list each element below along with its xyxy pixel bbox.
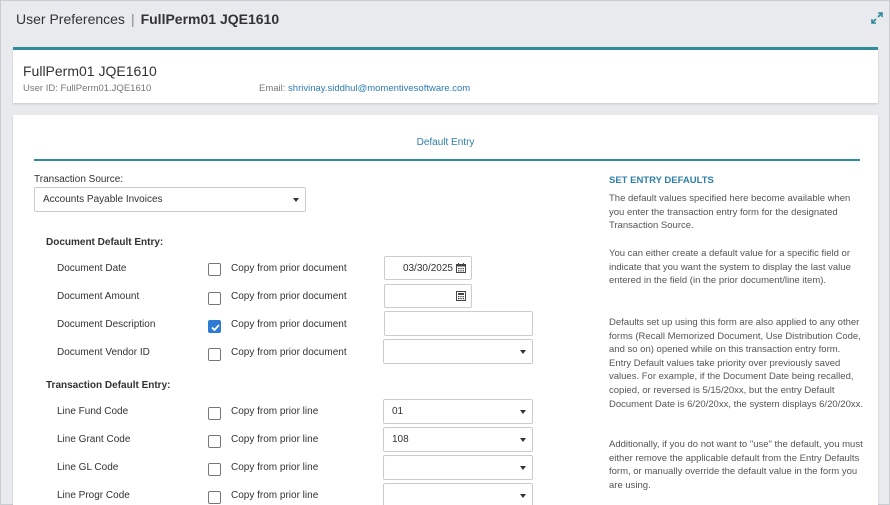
chevron-down-icon <box>520 409 526 414</box>
document-amount-label: Document Amount <box>57 291 140 302</box>
document-description-input[interactable] <box>384 311 533 336</box>
line-fund-code-copy-checkbox[interactable] <box>208 407 221 420</box>
document-default-heading: Document Default Entry: <box>46 237 164 248</box>
line-progr-code-select[interactable] <box>383 483 533 505</box>
help-paragraph-2: You can either create a default value fo… <box>609 248 851 287</box>
email-link[interactable]: shrivinay.siddhul@momentivesoftware.com <box>288 83 470 94</box>
document-date-input[interactable]: 03/30/2025 <box>384 256 472 280</box>
document-amount-copy-checkbox[interactable] <box>208 292 221 305</box>
expand-icon[interactable] <box>870 11 884 25</box>
document-amount-copy-label: Copy from prior document <box>231 291 347 302</box>
document-vendor-id-label: Document Vendor ID <box>57 347 150 358</box>
line-gl-code-copy-checkbox[interactable] <box>208 463 221 476</box>
calculator-icon[interactable] <box>456 291 466 301</box>
document-amount-input[interactable] <box>384 284 472 308</box>
line-progr-code-copy-checkbox[interactable] <box>208 491 221 504</box>
line-fund-code-select[interactable]: 01 <box>383 399 533 424</box>
section-divider <box>34 159 860 161</box>
line-gl-code-select[interactable] <box>383 455 533 480</box>
transaction-default-heading: Transaction Default Entry: <box>46 380 171 391</box>
user-info-card: FullPerm01 JQE1610 User ID: FullPerm01.J… <box>13 47 878 103</box>
chevron-down-icon <box>520 493 526 498</box>
title-bar: User Preferences | FullPerm01 JQE1610 <box>1 1 889 37</box>
line-gl-code-label: Line GL Code <box>57 462 119 473</box>
user-id: User ID: FullPerm01.JQE1610 <box>23 83 152 94</box>
help-title: SET ENTRY DEFAULTS <box>609 175 714 186</box>
document-date-copy-checkbox[interactable] <box>208 263 221 276</box>
window-user-label: FullPerm01 JQE1610 <box>140 11 280 27</box>
line-progr-code-copy-label: Copy from prior line <box>231 490 319 501</box>
window-title: User Preferences <box>16 11 125 27</box>
email-label: Email: <box>259 83 286 94</box>
document-vendor-id-select[interactable] <box>383 339 533 364</box>
default-entry-panel: Default Entry Transaction Source: Accoun… <box>13 115 878 505</box>
line-grant-code-value: 108 <box>392 434 409 445</box>
chevron-down-icon <box>520 465 526 470</box>
document-description-copy-label: Copy from prior document <box>231 319 347 330</box>
line-grant-code-copy-label: Copy from prior line <box>231 434 319 445</box>
document-description-label: Document Description <box>57 319 156 330</box>
line-progr-code-label: Line Progr Code <box>57 490 130 501</box>
help-paragraph-4: Additionally, if you do not want to "use… <box>609 439 863 491</box>
section-title: Default Entry <box>416 137 475 148</box>
calendar-icon[interactable] <box>456 263 466 273</box>
transaction-source-value: Accounts Payable Invoices <box>43 194 163 205</box>
line-fund-code-copy-label: Copy from prior line <box>231 406 319 417</box>
transaction-source-select[interactable]: Accounts Payable Invoices <box>34 187 306 212</box>
document-date-copy-label: Copy from prior document <box>231 263 347 274</box>
help-paragraph-3: Defaults set up using this form are also… <box>609 317 863 410</box>
document-date-label: Document Date <box>57 263 127 274</box>
title-separator: | <box>130 11 135 27</box>
chevron-down-icon <box>520 349 526 354</box>
transaction-source-label: Transaction Source: <box>34 174 124 185</box>
line-gl-code-copy-label: Copy from prior line <box>231 462 319 473</box>
checkmark-icon <box>211 324 220 332</box>
user-name: FullPerm01 JQE1610 <box>23 63 157 79</box>
document-date-value: 03/30/2025 <box>402 262 453 274</box>
user-preferences-window: User Preferences | FullPerm01 JQE1610 Fu… <box>0 0 890 505</box>
document-vendor-id-copy-checkbox[interactable] <box>208 348 221 361</box>
line-grant-code-select[interactable]: 108 <box>383 427 533 452</box>
line-fund-code-value: 01 <box>392 406 404 417</box>
chevron-down-icon <box>293 197 299 202</box>
user-email-row: Email: shrivinay.siddhul@momentivesoftwa… <box>259 83 470 94</box>
line-fund-code-label: Line Fund Code <box>57 406 129 417</box>
line-grant-code-label: Line Grant Code <box>57 434 131 445</box>
help-paragraph-1: The default values specified here become… <box>609 193 851 232</box>
chevron-down-icon <box>520 437 526 442</box>
line-grant-code-copy-checkbox[interactable] <box>208 435 221 448</box>
document-description-copy-checkbox[interactable] <box>208 320 221 333</box>
document-vendor-id-copy-label: Copy from prior document <box>231 347 347 358</box>
